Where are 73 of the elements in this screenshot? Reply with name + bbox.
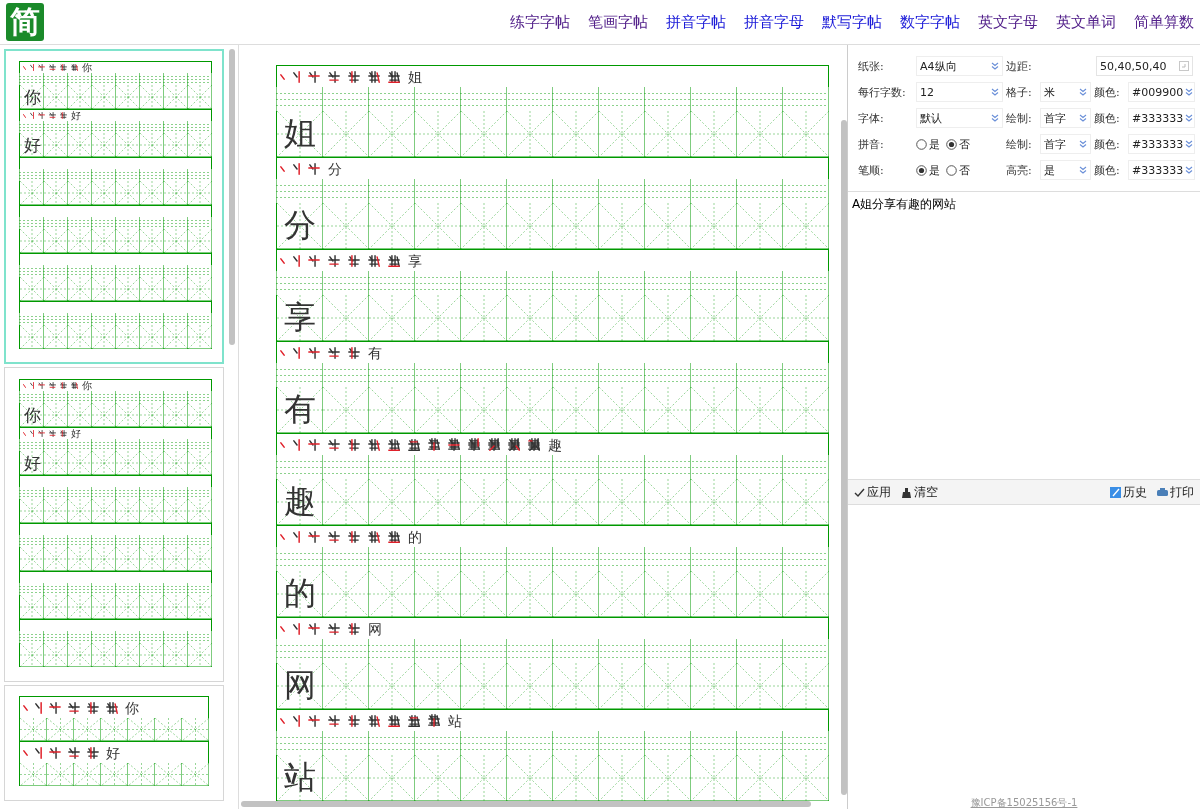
field-label: 字体: [858, 110, 885, 126]
stroke-step-character: 好 [71, 428, 81, 439]
radio-label: 是 [929, 136, 940, 152]
field-label: 拼音: [858, 136, 885, 152]
field-label: 绘制: [1006, 136, 1033, 152]
field-label: 绘制: [1006, 110, 1033, 126]
field-label: 颜色: [1094, 162, 1121, 178]
stroke-step-character: 分 [328, 161, 342, 176]
field-label: 每行字数: [858, 84, 907, 100]
field-label: 颜色: [1094, 136, 1121, 152]
toolbar-button[interactable]: 清空 [899, 483, 940, 501]
page-thumbnail[interactable]: 你 你 好 好 [4, 49, 224, 364]
model-character: 有 [283, 392, 317, 428]
field-label: 纸张: [858, 58, 885, 74]
dropdown[interactable]: 默认 [916, 108, 1003, 128]
field-label: 笔顺: [858, 162, 885, 178]
stroke-step-character: 享 [408, 253, 422, 268]
dropdown[interactable]: #333333 [1128, 108, 1195, 128]
dropdown[interactable]: 首字 [1040, 108, 1091, 128]
stroke-step-character: 好 [71, 110, 81, 121]
page-thumbnail[interactable]: 你 好 [4, 685, 224, 801]
stroke-step-character: 好 [106, 745, 120, 760]
dropdown[interactable]: #333333 [1128, 134, 1195, 154]
nav-link[interactable]: 英文字母 [978, 12, 1038, 32]
nav-link[interactable]: 练字字帖 [510, 12, 570, 32]
model-character: 享 [283, 300, 317, 336]
nav-link[interactable]: 英文单词 [1056, 12, 1116, 32]
stroke-step-character: 的 [408, 529, 422, 544]
stroke-step-character: 有 [368, 345, 382, 360]
stroke-step-character: 你 [82, 62, 92, 73]
model-character: 好 [22, 453, 42, 473]
stroke-step-character: 你 [125, 700, 139, 715]
toolbar-button[interactable]: 打印 [1155, 483, 1196, 501]
dropdown[interactable]: 首字 [1040, 134, 1091, 154]
stroke-step-character: 趣 [548, 437, 562, 452]
model-character: 分 [283, 208, 317, 244]
nav-link[interactable]: 拼音字母 [744, 12, 804, 32]
logo[interactable]: 简 [6, 3, 44, 41]
radio-label: 是 [929, 162, 940, 178]
stroke-step-character: 你 [82, 380, 92, 391]
page-thumbnail[interactable]: 你 你 好 好 [4, 367, 224, 682]
model-character: 姐 [283, 116, 317, 152]
field-label: 颜色: [1094, 84, 1121, 100]
stroke-step-character: 站 [448, 713, 462, 728]
dropdown[interactable]: A4纵向 [916, 56, 1003, 76]
nav-link[interactable]: 笔画字帖 [588, 12, 648, 32]
radio-label: 否 [959, 136, 970, 152]
field-label: 颜色: [1094, 110, 1121, 126]
model-character: 的 [283, 576, 317, 612]
radio-label: 否 [959, 162, 970, 178]
nav-link[interactable]: 数字字帖 [900, 12, 960, 32]
dropdown[interactable]: #009900 [1128, 82, 1195, 102]
dropdown[interactable]: 是 [1040, 160, 1091, 180]
nav-link[interactable]: 默写字帖 [822, 12, 882, 32]
model-character: 你 [22, 87, 42, 107]
field-label: 格子: [1006, 84, 1033, 100]
nav-link[interactable]: 简单算数 [1134, 12, 1194, 32]
model-character: 趣 [283, 484, 317, 520]
model-character: 网 [283, 668, 317, 704]
toolbar-button[interactable]: 历史 [1108, 483, 1149, 501]
model-character: 你 [22, 405, 42, 425]
dropdown[interactable]: 12 [916, 82, 1003, 102]
nav-link[interactable]: 拼音字帖 [666, 12, 726, 32]
margin-field[interactable]: 50,40,50,40 [1096, 56, 1193, 76]
field-label: 高亮: [1006, 162, 1033, 178]
stroke-step-character: 网 [368, 621, 382, 636]
dropdown[interactable]: #333333 [1128, 160, 1195, 180]
stroke-step-character: 姐 [408, 69, 422, 84]
field-label: 边距: [1006, 58, 1033, 74]
model-character: 站 [283, 760, 317, 796]
dropdown[interactable]: 米 [1040, 82, 1091, 102]
model-character: 好 [22, 135, 42, 155]
toolbar-button[interactable]: 应用 [852, 483, 893, 501]
